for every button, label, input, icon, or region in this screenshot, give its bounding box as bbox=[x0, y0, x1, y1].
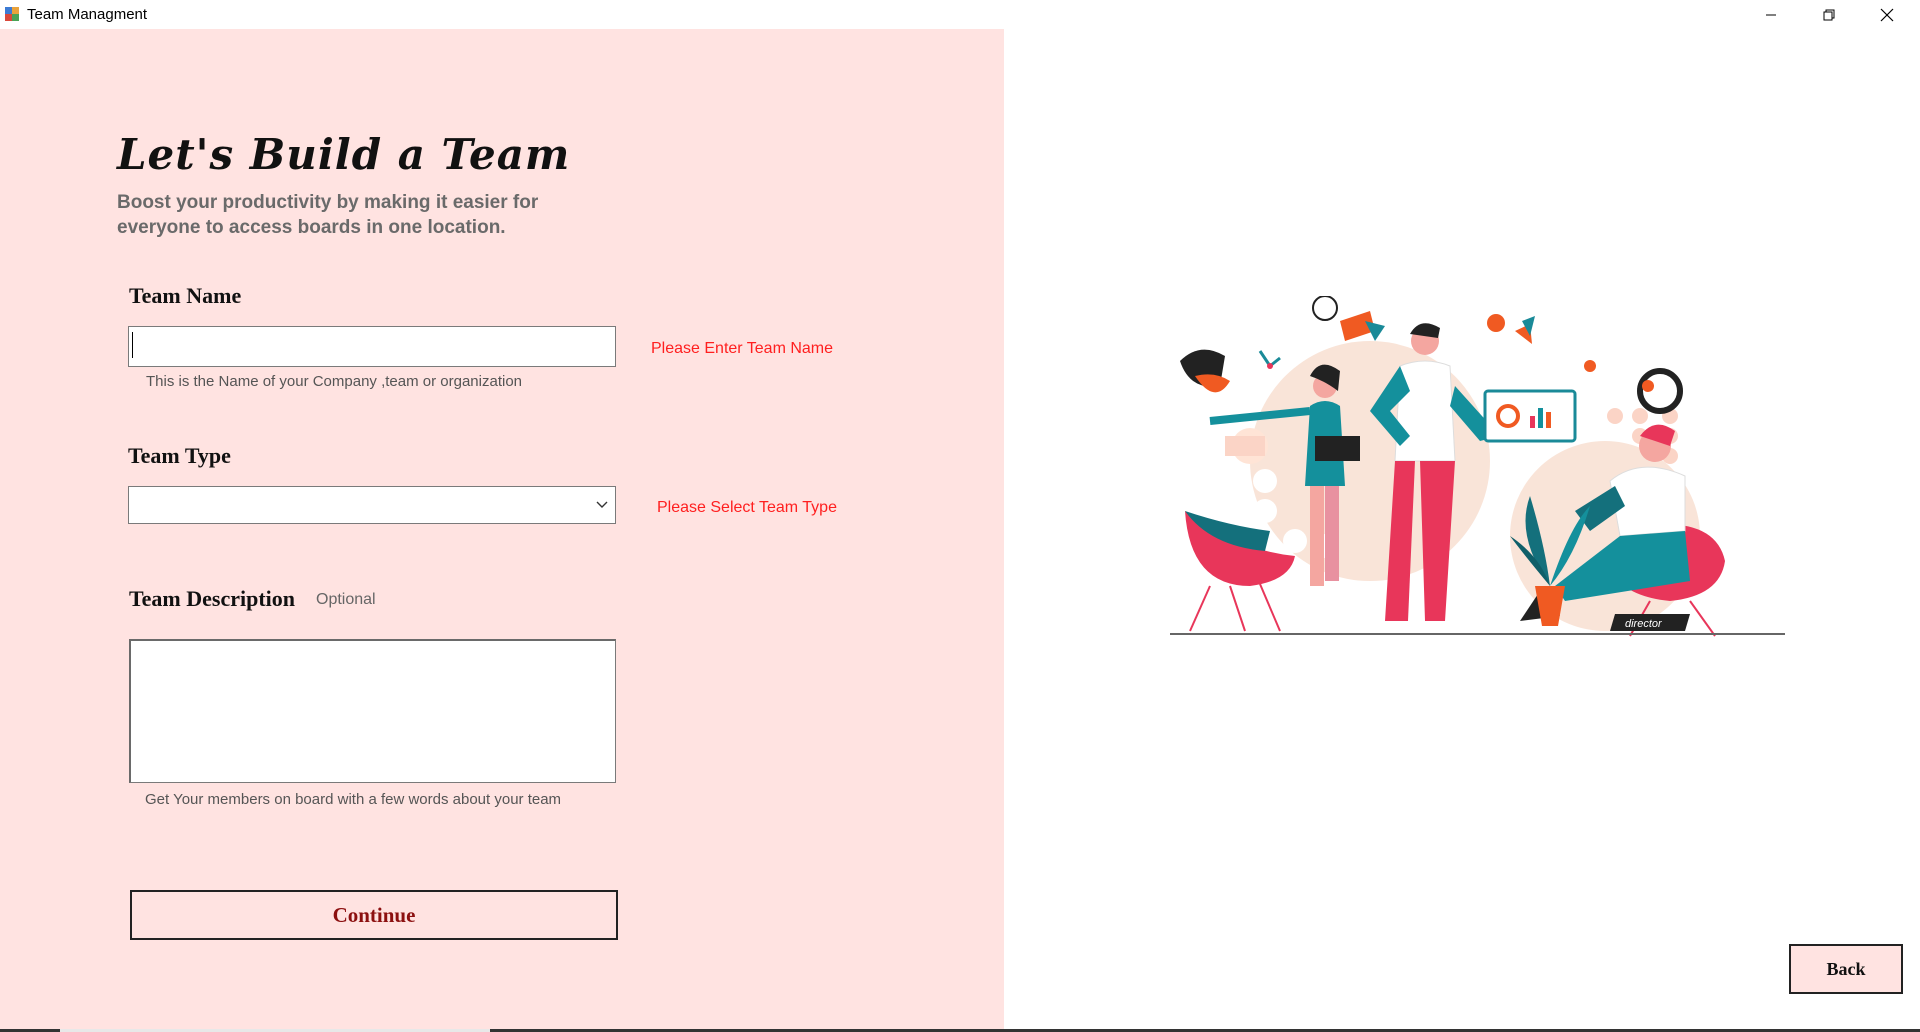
app-icon bbox=[5, 7, 19, 21]
minimize-icon bbox=[1766, 14, 1776, 15]
team-name-label: Team Name bbox=[129, 283, 242, 308]
restore-button[interactable] bbox=[1800, 0, 1858, 29]
window-title: Team Managment bbox=[27, 6, 148, 23]
restore-icon bbox=[1823, 9, 1835, 20]
team-type-select[interactable] bbox=[128, 486, 616, 524]
team-description-label: Team Description bbox=[129, 586, 296, 611]
back-button[interactable]: Back bbox=[1789, 944, 1903, 994]
chevron-down-icon bbox=[596, 501, 608, 508]
team-name-error: Please Enter Team Name bbox=[651, 340, 834, 357]
team-type-error: Please Select Team Type bbox=[657, 499, 837, 516]
form-pane bbox=[0, 29, 1004, 1032]
continue-button[interactable]: Continue bbox=[130, 890, 618, 940]
optional-tag: Optional bbox=[316, 591, 376, 608]
minimize-button[interactable] bbox=[1742, 0, 1800, 29]
team-type-label: Team Type bbox=[128, 443, 231, 468]
page-title: Let's Build a Team bbox=[117, 130, 571, 179]
team-name-hint: This is the Name of your Company ,team o… bbox=[146, 373, 523, 390]
team-description-input[interactable] bbox=[129, 639, 616, 783]
text-caret bbox=[132, 332, 133, 358]
team-name-input[interactable] bbox=[128, 326, 616, 367]
team-description-hint: Get Your members on board with a few wor… bbox=[145, 791, 562, 808]
director-badge-text: director bbox=[1625, 618, 1663, 630]
team-illustration: director bbox=[1170, 296, 1785, 637]
page-subtitle: Boost your productivity by making it eas… bbox=[117, 192, 539, 238]
title-bar: Team Managment bbox=[0, 0, 1920, 29]
close-icon bbox=[1880, 8, 1894, 21]
close-button[interactable] bbox=[1858, 0, 1916, 29]
